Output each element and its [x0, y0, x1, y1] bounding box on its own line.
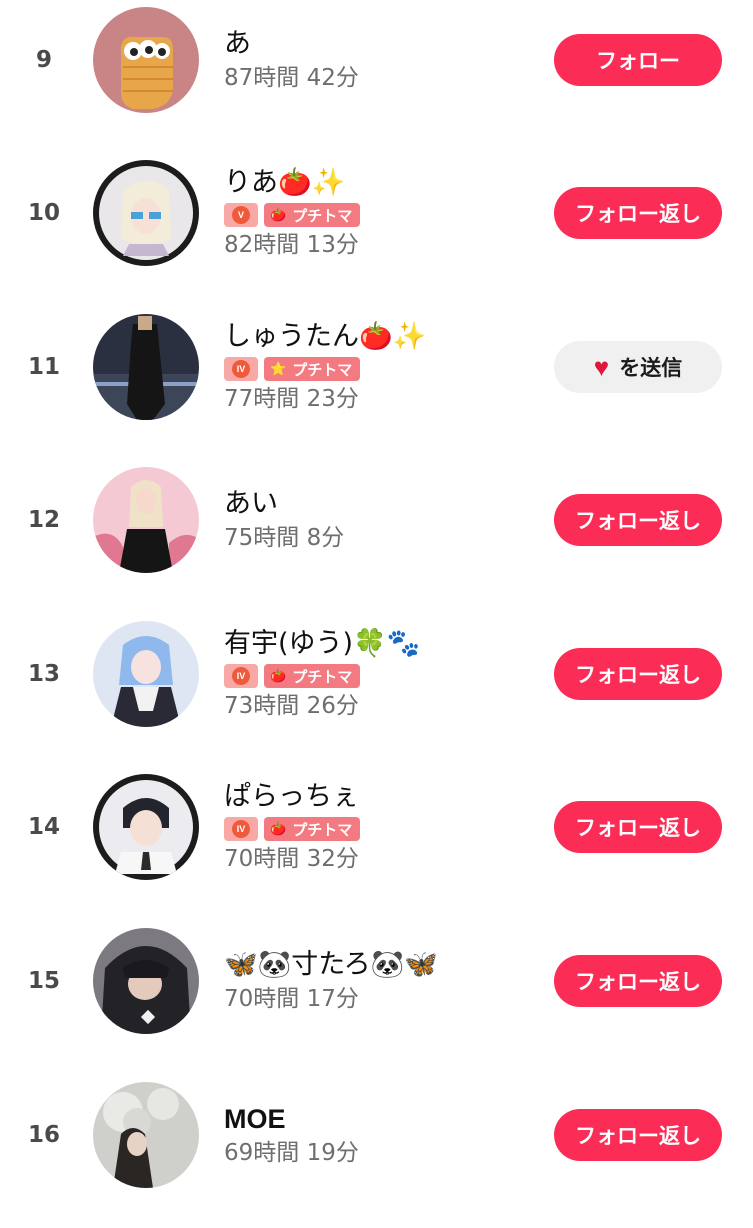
- star-icon: ⭐: [270, 361, 287, 377]
- avatar[interactable]: [93, 314, 199, 420]
- avatar[interactable]: [93, 1082, 199, 1188]
- tag-badge: ⭐ プチトマ: [264, 357, 361, 381]
- duration-text: 82時間 13分: [224, 232, 359, 258]
- follow-back-button[interactable]: フォロー返し: [554, 187, 722, 239]
- avatar[interactable]: [93, 467, 199, 573]
- list-item[interactable]: 9 あ 87時間 42分 フォロー: [0, 0, 753, 153]
- avatar[interactable]: [93, 160, 199, 266]
- user-name: ぱらっちぇ: [224, 781, 359, 812]
- badge-group: V 🍅 プチトマ: [224, 203, 544, 227]
- badge-group: IV 🍅 プチトマ: [224, 664, 544, 688]
- follow-back-button[interactable]: フォロー返し: [554, 648, 722, 700]
- tag-badge: 🍅 プチトマ: [264, 664, 361, 688]
- user-name: MOE: [224, 1104, 286, 1134]
- duration-text: 69時間 19分: [224, 1140, 359, 1166]
- send-heart-button[interactable]: ♥ を送信: [554, 341, 722, 393]
- tomato-icon: 🍅: [270, 821, 287, 837]
- rank-number: 14: [27, 814, 60, 840]
- duration-text: 70時間 17分: [224, 986, 359, 1012]
- list-item[interactable]: 15 🦋🐼寸たろ🐼🦋 70時間 17分 フォロー返し: [0, 921, 753, 1074]
- rank-number: 10: [27, 200, 60, 226]
- level-badge: IV: [224, 817, 258, 841]
- duration-text: 77時間 23分: [224, 386, 359, 412]
- heart-icon: ♥: [593, 352, 610, 382]
- tomato-icon: 🍅: [270, 207, 287, 223]
- rank-number: 13: [27, 661, 60, 687]
- rank-number: 11: [27, 354, 60, 380]
- rank-number: 12: [27, 507, 60, 533]
- rank-number: 15: [27, 968, 60, 994]
- list-item[interactable]: 12 あい 75時間 8分 フォロー返し: [0, 460, 753, 613]
- avatar[interactable]: [93, 774, 199, 880]
- rank-number: 16: [27, 1122, 60, 1148]
- list-item[interactable]: 16 MOE 69時間 19分 フォロー返し: [0, 1075, 753, 1228]
- follow-back-button[interactable]: フォロー返し: [554, 494, 722, 546]
- avatar[interactable]: [93, 928, 199, 1034]
- duration-text: 73時間 26分: [224, 693, 359, 719]
- follow-back-button[interactable]: フォロー返し: [554, 801, 722, 853]
- list-item[interactable]: 13 有宇(ゆう)🍀🐾 IV 🍅 プチトマ 73時間 26分 フォロー返し: [0, 614, 753, 767]
- list-item[interactable]: 10 りあ🍅✨ V 🍅 プチトマ 82時間 13分 フォロー返し: [0, 153, 753, 306]
- user-name: あい: [224, 488, 278, 519]
- follow-back-button[interactable]: フォロー返し: [554, 1109, 722, 1161]
- avatar[interactable]: [93, 7, 199, 113]
- follow-back-button[interactable]: フォロー返し: [554, 955, 722, 1007]
- badge-group: IV ⭐ プチトマ: [224, 357, 544, 381]
- tag-badge: 🍅 プチトマ: [264, 203, 361, 227]
- ranking-list: 9 あ 87時間 42分 フォロー 10 りあ🍅✨ V 🍅 プチトマ 82時間 …: [0, 0, 753, 1200]
- duration-text: 70時間 32分: [224, 846, 359, 872]
- user-name: りあ🍅✨: [224, 167, 346, 198]
- user-name: 有宇(ゆう)🍀🐾: [224, 628, 421, 659]
- user-name: しゅうたん🍅✨: [224, 321, 427, 352]
- user-name: あ: [224, 28, 251, 59]
- rank-number: 9: [35, 47, 52, 73]
- avatar[interactable]: [93, 621, 199, 727]
- level-badge: IV: [224, 357, 258, 381]
- list-item[interactable]: 14 ぱらっちぇ IV 🍅 プチトマ 70時間 32分 フォロー返し: [0, 767, 753, 920]
- badge-group: IV 🍅 プチトマ: [224, 817, 544, 841]
- duration-text: 75時間 8分: [224, 525, 345, 551]
- tomato-icon: 🍅: [270, 668, 287, 684]
- level-badge: V: [224, 203, 258, 227]
- follow-button[interactable]: フォロー: [554, 34, 722, 86]
- tag-badge: 🍅 プチトマ: [264, 817, 361, 841]
- list-item[interactable]: 11 しゅうたん🍅✨ IV ⭐ プチトマ 77時間 23分 ♥ を送信: [0, 307, 753, 460]
- user-name: 🦋🐼寸たろ🐼🦋: [224, 949, 438, 980]
- duration-text: 87時間 42分: [224, 65, 359, 91]
- level-badge: IV: [224, 664, 258, 688]
